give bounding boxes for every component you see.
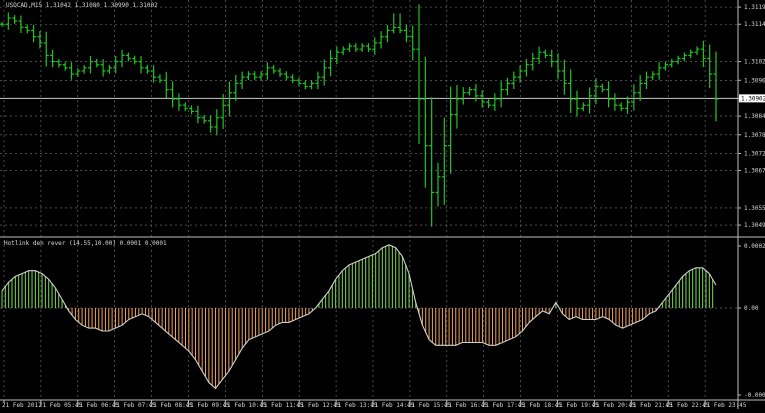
symbol-header: USDCAD,M15 1.31042 1.31080 1.30990 1.310… <box>6 2 158 9</box>
osc-tick-label: 0.00 <box>744 305 759 312</box>
time-tick-label: 21 Feb 2017 <box>2 402 42 409</box>
price-tick-label: 1.30960 <box>744 77 765 84</box>
price-tick-label: 1.30550 <box>744 205 765 212</box>
price-tick-label: 1.30725 <box>744 150 765 157</box>
osc-tick-label: 0.0002 <box>744 243 765 250</box>
price-tick-label: 1.30785 <box>744 132 765 139</box>
time-tick-label: 21 Feb 23:45 <box>703 402 747 409</box>
chart-canvas[interactable]: 1.31195 1.31140 1.31020 1.30960 1.30902 1.308… <box>0 0 765 409</box>
chart-window[interactable]: 1.31195 1.31140 1.31020 1.30960 1.30902 1.308… <box>0 0 765 409</box>
price-tick-label: 1.30845 <box>744 113 765 120</box>
osc-tick-label: -0.0003 <box>744 392 765 399</box>
price-tick-label: 1.31195 <box>744 4 765 11</box>
current-price-label: 1.30902 <box>741 95 765 102</box>
price-tick-label: 1.30495 <box>744 222 765 229</box>
price-tick-label: 1.31020 <box>744 59 765 66</box>
price-tick-label: 1.31140 <box>744 21 765 28</box>
oscillator-header: Hotlink den rever (14.55,10.00) 0.0001 0… <box>4 240 167 247</box>
price-tick-label: 1.30670 <box>744 168 765 175</box>
